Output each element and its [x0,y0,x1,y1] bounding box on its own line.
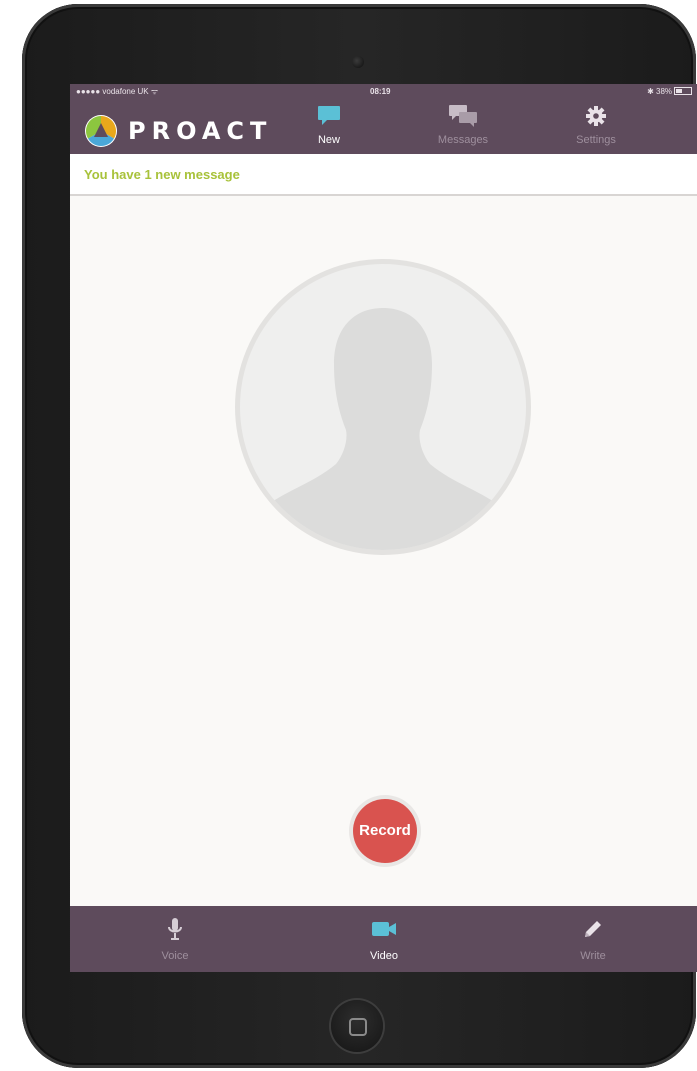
tab-write[interactable]: Write [553,916,633,966]
record-button[interactable]: Record [353,799,417,863]
pencil-icon [585,921,601,937]
new-message-banner[interactable]: You have 1 new message [70,154,697,196]
front-camera [352,56,364,68]
tablet-frame: ●●●●● vodafone UK ᯤ 08:19 ✱ 38% PROACT N… [22,4,697,1068]
tab-video[interactable]: Video [344,916,424,966]
status-time: 08:19 [370,87,391,96]
bottom-tab-bar: Voice Video Write [70,906,697,972]
carrier-label: ●●●●● vodafone UK ᯤ [76,87,159,96]
tab-new-label: New [317,134,340,146]
home-square-icon [349,1018,367,1036]
battery-status: ✱ 38% [647,84,692,100]
logo-text: PROACT [128,117,273,145]
tab-video-label: Video [370,950,398,962]
microphone-icon [168,918,182,940]
app-logo: PROACT [84,114,272,148]
tab-new[interactable]: New [289,102,369,152]
top-header: ●●●●● vodafone UK ᯤ 08:19 ✱ 38% PROACT N… [70,84,697,154]
home-button[interactable] [331,1000,383,1052]
tab-voice-label: Voice [161,950,189,962]
status-bar: ●●●●● vodafone UK ᯤ 08:19 ✱ 38% [70,84,697,100]
app-screen: ●●●●● vodafone UK ᯤ 08:19 ✱ 38% PROACT N… [70,84,697,972]
tab-write-label: Write [580,950,606,962]
video-camera-icon [372,922,396,936]
proact-logo-icon [85,115,117,147]
speech-bubble-icon [318,106,340,125]
tab-settings[interactable]: Settings [556,102,636,152]
tab-settings-label: Settings [576,134,616,146]
notification-text: You have 1 new message [84,167,240,182]
person-silhouette-icon [264,308,502,550]
tab-messages[interactable]: Messages [423,102,503,152]
tab-messages-label: Messages [437,134,489,146]
tab-voice[interactable]: Voice [135,916,215,966]
battery-icon [674,87,692,95]
chat-bubbles-icon [449,105,477,127]
avatar-placeholder [240,264,526,550]
gear-icon [586,106,606,126]
battery-label: ✱ 38% [647,87,672,96]
